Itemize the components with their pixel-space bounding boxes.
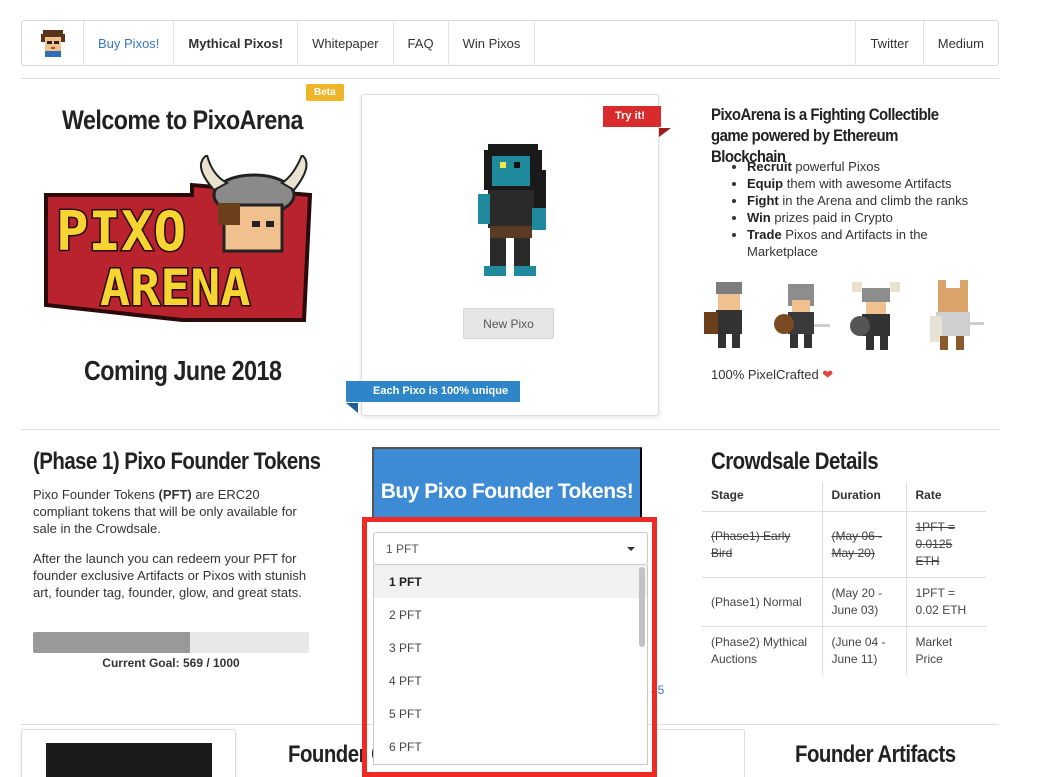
- feature-item: Win prizes paid in Crypto: [747, 209, 987, 226]
- try-it-ribbon: Try it!: [603, 106, 661, 127]
- logo-word-pixo: PIXO: [56, 200, 186, 263]
- pixo-character: [478, 144, 546, 276]
- pixo-characters-row: [704, 280, 984, 350]
- stage-cell: (Phase1) Early Bird: [702, 511, 822, 578]
- goal-progress-fill: [33, 632, 191, 653]
- pixo-character-viking: [850, 282, 900, 350]
- unique-ribbon: Each Pixo is 100% unique: [346, 381, 521, 402]
- divider: [21, 429, 999, 430]
- table-row: (Phase1) Early Bird (May 06 - May 20) 1P…: [702, 511, 986, 578]
- column-header-rate: Rate: [905, 482, 986, 512]
- feature-item: Equip them with awesome Artifacts: [747, 175, 987, 192]
- feature-item: Fight in the Arena and climb the ranks: [747, 192, 987, 209]
- pixo-character-fox: [930, 280, 984, 350]
- goal-progress-bar: [33, 632, 309, 653]
- nav-twitter[interactable]: Twitter: [856, 21, 924, 65]
- nav-buy-pixos[interactable]: Buy Pixos!: [84, 21, 175, 65]
- founder-artifact-card: [655, 729, 745, 777]
- founder-artifacts-heading: Founder Artifacts: [795, 741, 956, 768]
- divider: [21, 78, 999, 79]
- rate-cell: 1PFT = 0.0125 ETH: [905, 511, 986, 578]
- founder-tokens-heading: (Phase 1) Pixo Founder Tokens: [33, 448, 321, 475]
- feature-item: Recruit powerful Pixos: [747, 158, 987, 175]
- top-nav: Buy Pixos! Mythical Pixos! Whitepaper FA…: [21, 20, 999, 66]
- column-header-duration: Duration: [821, 482, 906, 512]
- crowdsale-table: Stage Duration Rate (Phase1) Early Bird …: [702, 482, 986, 675]
- try-it-ribbon-tail: [659, 128, 671, 137]
- duration-cell: (May 06 - May 20): [821, 511, 906, 578]
- nav-faq[interactable]: FAQ: [394, 21, 449, 65]
- stage-cell: (Phase1) Normal: [702, 577, 822, 627]
- buy-founder-tokens-button[interactable]: Buy Pixo Founder Tokens!: [372, 447, 642, 521]
- tokens-redeem-text: After the launch you can redeem your PFT…: [33, 551, 307, 600]
- duration-cell: (June 04 - June 11): [821, 626, 906, 675]
- stage-cell: (Phase2) Mythical Auctions: [702, 626, 822, 675]
- pixelcrafted-label: 100% PixelCrafted: [711, 367, 819, 382]
- feature-item: Trade Pixos and Artifacts in the Marketp…: [747, 226, 987, 260]
- duration-cell: (May 20 - June 03): [821, 577, 906, 627]
- highlight-outline: [362, 517, 657, 777]
- column-header-stage: Stage: [702, 482, 822, 512]
- tokens-description: Pixo Founder Tokens (PFT) are ERC20 comp…: [33, 487, 297, 536]
- rate-cell: Market Price: [905, 626, 986, 675]
- nav-mythical-pixos[interactable]: Mythical Pixos!: [174, 21, 299, 65]
- welcome-heading: Welcome to PixoArena: [62, 105, 303, 135]
- pixelcrafted-text: 100% PixelCrafted ❤: [711, 367, 833, 383]
- feature-list: Recruit powerful Pixos Equip them with a…: [747, 158, 987, 260]
- pixo-character-cap: [704, 282, 742, 348]
- heart-icon: ❤: [822, 367, 834, 382]
- nav-medium[interactable]: Medium: [924, 21, 998, 65]
- nav-spacer: [535, 21, 857, 65]
- table-row: (Phase2) Mythical Auctions (June 04 - Ju…: [702, 626, 986, 675]
- nav-logo[interactable]: [22, 21, 84, 65]
- pixoarena-logo: PIXO ARENA: [44, 155, 313, 322]
- coming-date: Coming June 2018: [84, 355, 282, 386]
- nav-win-pixos[interactable]: Win Pixos: [449, 21, 536, 65]
- beta-badge: Beta: [306, 84, 344, 101]
- crowdsale-heading: Crowdsale Details: [711, 448, 879, 475]
- table-row: (Phase1) Normal (May 20 - June 03) 1PFT …: [702, 577, 986, 627]
- rate-cell: 1PFT = 0.02 ETH: [905, 577, 986, 627]
- current-goal: Current Goal: 569 / 1000: [102, 656, 240, 670]
- unique-ribbon-tail: [346, 403, 358, 413]
- nav-whitepaper[interactable]: Whitepaper: [298, 21, 394, 65]
- pixo-head-icon: [40, 30, 65, 57]
- logo-word-arena: ARENA: [100, 259, 251, 317]
- new-pixo-button[interactable]: New Pixo: [463, 308, 554, 339]
- founder-pixo-image: [46, 743, 212, 777]
- pixo-character-helmet: [774, 284, 830, 348]
